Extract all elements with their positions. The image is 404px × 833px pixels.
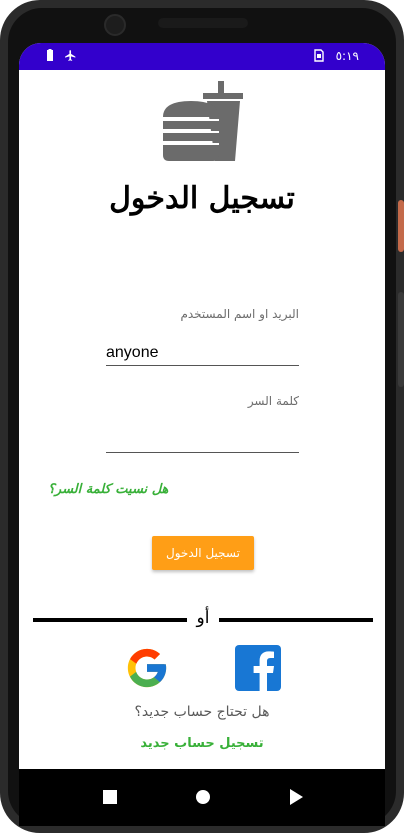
battery-icon — [46, 49, 54, 66]
divider-right — [219, 618, 373, 622]
username-input[interactable] — [106, 342, 299, 366]
navigation-bar — [19, 769, 385, 826]
triangle-icon[interactable] — [290, 789, 303, 805]
page-title: تسجيل الدخول — [109, 181, 295, 216]
facebook-icon[interactable] — [235, 645, 281, 691]
speaker-grille — [158, 18, 248, 28]
sim-icon — [313, 49, 324, 65]
volume-button[interactable] — [398, 292, 404, 387]
burger-drink-icon — [161, 81, 245, 165]
need-account-text: هل تحتاج حساب جديد؟ — [134, 704, 270, 720]
clock: ٥:١٩ — [335, 49, 359, 63]
divider-left — [33, 618, 187, 622]
password-input[interactable] — [106, 429, 299, 453]
or-separator: أو — [196, 608, 210, 628]
camera-icon — [104, 14, 126, 36]
login-button[interactable]: تسجيل الدخول — [152, 536, 254, 570]
status-bar: ٥:١٩ — [19, 43, 385, 70]
username-label: البريد او اسم المستخدم — [180, 307, 299, 321]
power-button[interactable] — [398, 200, 404, 252]
square-icon[interactable] — [103, 790, 117, 804]
airplane-icon — [64, 49, 77, 66]
forgot-password-link[interactable]: هل نسيت كلمة السر؟ — [48, 482, 168, 497]
phone-frame: ٥:١٩ تسجيل الدخول البريد او اسم المستخدم… — [0, 0, 404, 833]
app-screen: ٥:١٩ تسجيل الدخول البريد او اسم المستخدم… — [19, 43, 385, 826]
circle-icon[interactable] — [196, 790, 210, 804]
google-icon[interactable] — [124, 645, 170, 691]
register-link[interactable]: تسجيل حساب جديد — [19, 736, 385, 751]
password-label: كلمة السر — [247, 394, 299, 408]
